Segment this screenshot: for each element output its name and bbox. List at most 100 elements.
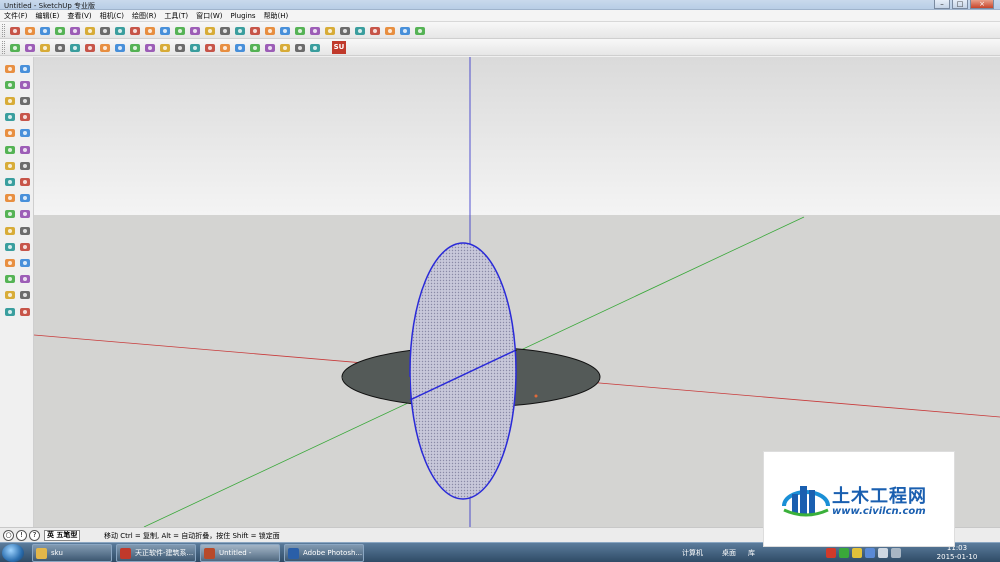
plugin-tool-icon[interactable] <box>263 41 277 55</box>
plugin-tool-icon[interactable] <box>278 41 292 55</box>
right-view-icon[interactable] <box>353 24 367 38</box>
task-photoshop[interactable]: Adobe Photosh... <box>284 544 364 562</box>
task-tangent[interactable]: 天正软件-建筑系... <box>116 544 196 562</box>
share-model-icon[interactable] <box>413 24 427 38</box>
polygon-icon[interactable] <box>2 126 17 141</box>
plugin-tool-icon[interactable] <box>293 41 307 55</box>
orbit-icon[interactable] <box>2 239 17 254</box>
start-button[interactable] <box>2 544 24 562</box>
zoom-extents-icon[interactable] <box>293 24 307 38</box>
plugin-tool-icon[interactable] <box>113 41 127 55</box>
menu-help[interactable]: 帮助(H) <box>260 10 293 21</box>
arc-icon[interactable] <box>83 24 97 38</box>
arc-icon[interactable] <box>17 110 32 125</box>
push-pull-icon[interactable] <box>17 142 32 157</box>
walk-icon[interactable] <box>2 304 17 319</box>
minimize-button[interactable]: – <box>934 0 950 9</box>
zoom-icon[interactable] <box>278 24 292 38</box>
move-icon[interactable] <box>2 142 17 157</box>
volume-icon[interactable] <box>878 548 888 558</box>
plugin-tool-icon[interactable] <box>248 41 262 55</box>
look-around-icon[interactable] <box>17 288 32 303</box>
menu-view[interactable]: 查看(V) <box>63 10 95 21</box>
rotate-icon[interactable] <box>188 24 202 38</box>
make-component-icon[interactable] <box>17 61 32 76</box>
shield-icon[interactable] <box>839 548 849 558</box>
line-icon[interactable] <box>17 93 32 108</box>
tape-measure-icon[interactable] <box>128 24 142 38</box>
task-sketchup[interactable]: Untitled - Sketc... <box>200 544 280 562</box>
scale-icon[interactable] <box>2 174 17 189</box>
orbit-icon[interactable] <box>248 24 262 38</box>
select-icon[interactable] <box>2 61 17 76</box>
freehand-icon[interactable] <box>17 126 32 141</box>
move-icon[interactable] <box>173 24 187 38</box>
menu-window[interactable]: 窗口(W) <box>192 10 226 21</box>
menu-tools[interactable]: 工具(T) <box>160 10 192 21</box>
menu-file[interactable]: 文件(F) <box>0 10 32 21</box>
credits-icon[interactable]: ! <box>16 530 27 541</box>
plugin-tool-icon[interactable] <box>23 41 37 55</box>
plugin-tool-icon[interactable] <box>308 41 322 55</box>
toolbar-grip[interactable] <box>2 24 5 37</box>
rotate-icon[interactable] <box>2 158 17 173</box>
plugin-tool-icon[interactable] <box>218 41 232 55</box>
get-models-icon[interactable] <box>398 24 412 38</box>
network-icon[interactable] <box>865 548 875 558</box>
back-view-icon[interactable] <box>368 24 382 38</box>
vertical-circle-face[interactable] <box>409 242 517 500</box>
toolbar-grip[interactable] <box>2 41 5 54</box>
follow-me-icon[interactable] <box>17 158 32 173</box>
iso-view-icon[interactable] <box>308 24 322 38</box>
menu-edit[interactable]: 编辑(E) <box>32 10 64 21</box>
help-icon[interactable]: ? <box>29 530 40 541</box>
plugin-tool-icon[interactable] <box>83 41 97 55</box>
text-icon[interactable] <box>17 207 32 222</box>
plugin-tool-icon[interactable] <box>143 41 157 55</box>
paint-bucket-icon[interactable] <box>2 77 17 92</box>
zoom-window-icon[interactable] <box>17 255 32 270</box>
axes-icon[interactable] <box>2 223 17 238</box>
zoom-extents-icon[interactable] <box>2 272 17 287</box>
maximize-button[interactable]: □ <box>952 0 968 9</box>
plugin-tool-icon[interactable] <box>188 41 202 55</box>
pencil-icon[interactable] <box>23 24 37 38</box>
plugin-tool-icon[interactable] <box>8 41 22 55</box>
tray-computer[interactable]: 计算机 <box>682 543 703 562</box>
plugin-tool-icon[interactable] <box>203 41 217 55</box>
tape-measure-icon[interactable] <box>2 191 17 206</box>
position-camera-icon[interactable] <box>2 288 17 303</box>
plugin-tool-icon[interactable] <box>68 41 82 55</box>
chat-icon[interactable] <box>852 548 862 558</box>
pan-icon[interactable] <box>17 239 32 254</box>
tray-library[interactable]: 库 <box>748 543 755 562</box>
follow-me-icon[interactable] <box>203 24 217 38</box>
select-icon[interactable] <box>8 24 22 38</box>
protractor-icon[interactable] <box>2 207 17 222</box>
eraser-icon[interactable] <box>17 77 32 92</box>
paint-bucket-icon[interactable] <box>143 24 157 38</box>
section-plane-icon[interactable] <box>17 304 32 319</box>
push-pull-icon[interactable] <box>158 24 172 38</box>
menu-camera[interactable]: 相机(C) <box>96 10 128 21</box>
flag-icon[interactable] <box>891 548 901 558</box>
circle-icon[interactable] <box>2 110 17 125</box>
offset-icon[interactable] <box>233 24 247 38</box>
offset-icon[interactable] <box>17 174 32 189</box>
top-view-icon[interactable] <box>323 24 337 38</box>
rectangle-icon[interactable] <box>53 24 67 38</box>
close-button[interactable]: × <box>970 0 994 9</box>
tray-desktop[interactable]: 桌面 <box>722 543 736 562</box>
plugin-tool-icon[interactable] <box>38 41 52 55</box>
dimension-icon[interactable] <box>17 191 32 206</box>
front-view-icon[interactable] <box>338 24 352 38</box>
pan-icon[interactable] <box>263 24 277 38</box>
plugin-tool-icon[interactable] <box>233 41 247 55</box>
plugin-tool-icon[interactable] <box>173 41 187 55</box>
plugin-tool-icon[interactable] <box>98 41 112 55</box>
plugin-tool-icon[interactable] <box>158 41 172 55</box>
geo-location-icon[interactable]: ○ <box>3 530 14 541</box>
rectangle-icon[interactable] <box>2 93 17 108</box>
plugin-tool-icon[interactable] <box>128 41 142 55</box>
eraser-icon[interactable] <box>113 24 127 38</box>
